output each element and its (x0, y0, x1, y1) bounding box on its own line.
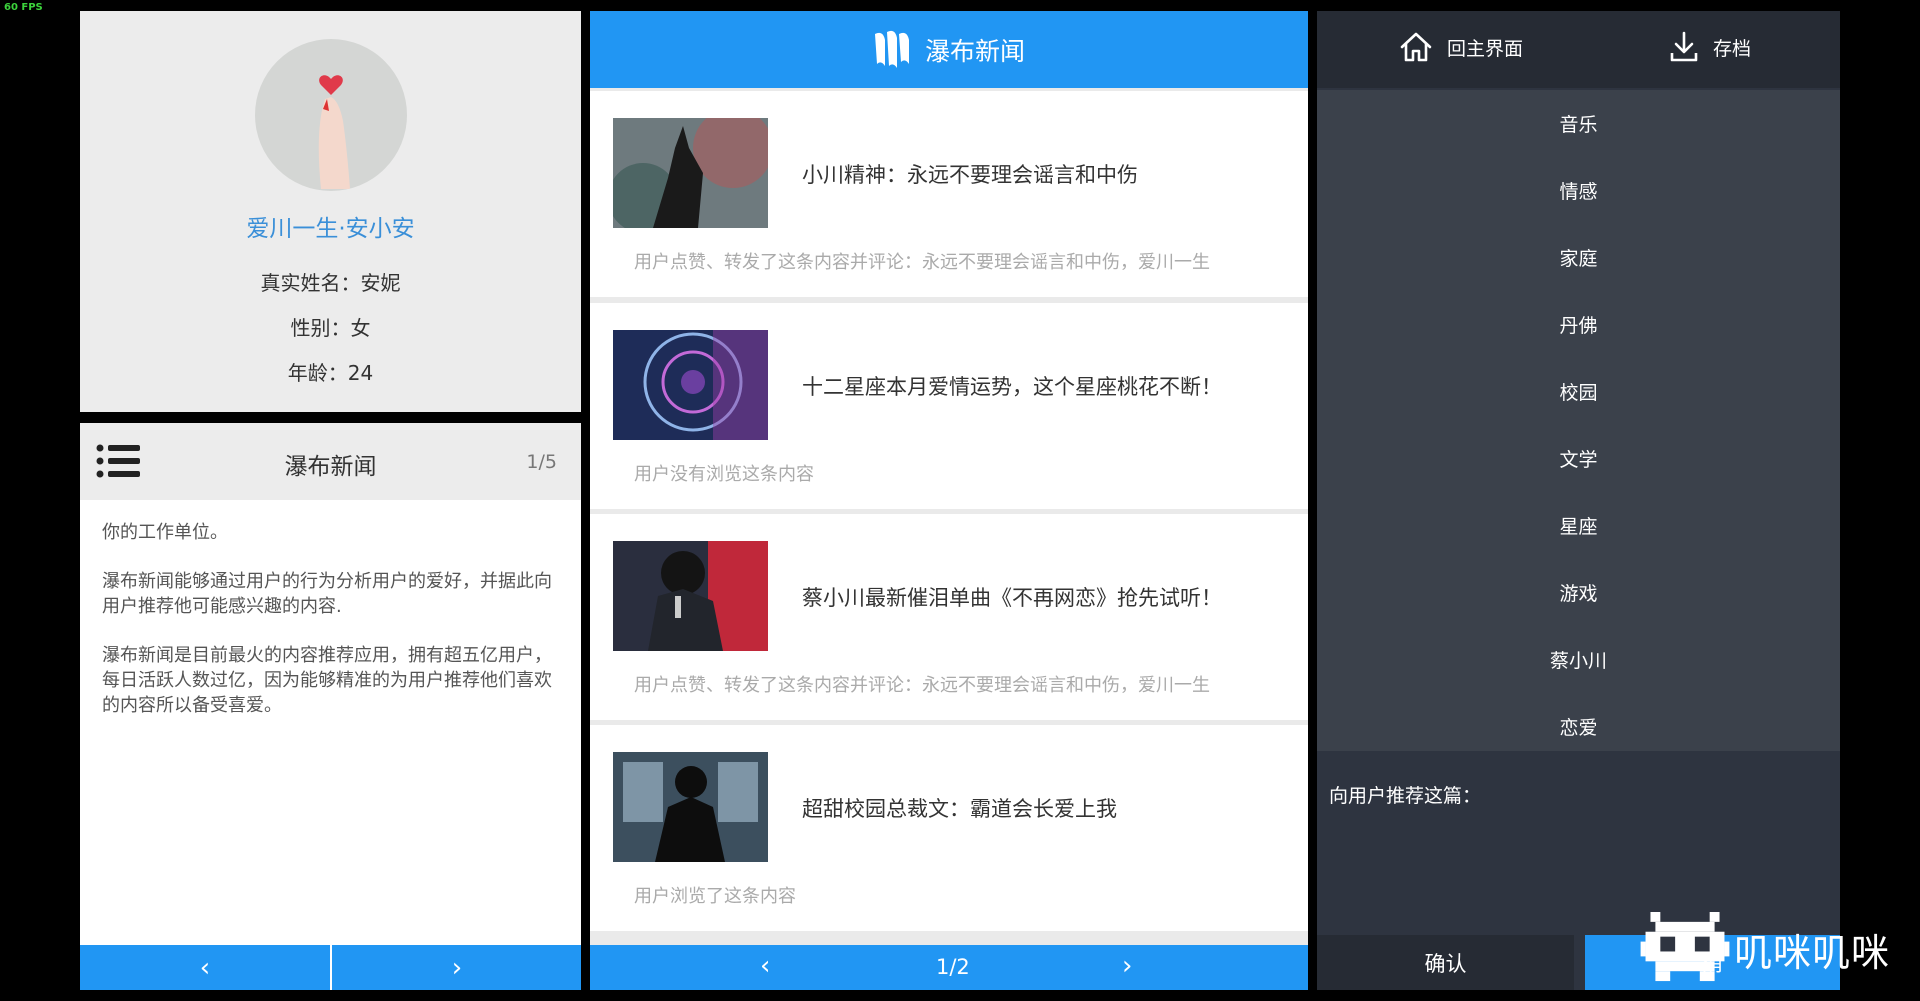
news-card[interactable]: 小川精神：永远不要理会谣言和中伤 用户点赞、转发了这条内容并评论：永远不要理会谣… (590, 91, 1308, 297)
info-header: 瀑布新闻 1/5 (80, 423, 581, 500)
download-icon (1670, 31, 1698, 62)
news-description: 用户浏览了这条内容 (634, 886, 796, 907)
news-description: 用户没有浏览这条内容 (634, 464, 814, 485)
category-list: 音乐 情感 家庭 丹佛 校园 文学 星座 游戏 蔡小川 恋爱 (1317, 90, 1840, 751)
news-title: 十二星座本月爱情运势，这个星座桃花不断！ (802, 375, 1222, 399)
fps-counter: 60 FPS (4, 2, 43, 13)
news-title: 超甜校园总裁文：霸道会长爱上我 (802, 797, 1117, 821)
info-body: 你的工作单位。 瀑布新闻能够通过用户的行为分析用户的爱好，并据此向用户推荐他可能… (80, 500, 581, 718)
category-item[interactable]: 星座 (1317, 492, 1840, 559)
top-toolbar: 回主界面 存档 (1317, 11, 1840, 88)
category-item[interactable]: 蔡小川 (1317, 626, 1840, 693)
feed-page-indicator: 1/2 (936, 955, 970, 979)
info-prev-button[interactable]: ‹ (80, 945, 330, 990)
watermark-text: 叽咪叽咪 (1734, 930, 1891, 975)
profile-real-name: 真实姓名：安妮 (260, 271, 401, 295)
info-paragraph: 你的工作单位。 (102, 522, 228, 543)
profile-panel: 爱川一生·安小安 真实姓名：安妮 性别：女 年龄：24 (80, 11, 581, 412)
info-next-button[interactable]: › (332, 945, 582, 990)
category-item[interactable]: 丹佛 (1317, 291, 1840, 358)
feed-header: 瀑布新闻 (590, 11, 1308, 88)
news-thumbnail (613, 752, 768, 862)
waterfall-logo-icon (874, 30, 909, 68)
category-item[interactable]: 恋爱 (1317, 693, 1840, 760)
info-paragraph: 瀑布新闻能够通过用户的行为分析用户的爱好，并据此向用户推荐他可能感兴趣的内容. (102, 571, 552, 617)
save-button[interactable]: 存档 (1669, 31, 1751, 63)
recommend-label: 向用户推荐这篇： (1329, 785, 1482, 807)
info-nav: ‹ › (80, 945, 581, 990)
info-paragraph: 瀑布新闻是目前最火的内容推荐应用，拥有超五亿用户，每日活跃人数过亿，因为能够精准… (102, 645, 552, 716)
save-label: 存档 (1713, 37, 1752, 60)
profile-age: 年龄：24 (287, 361, 374, 385)
feed-panel: 瀑布新闻 小川精神：永远不要理会谣言和中伤 用户点赞、转发了这条内容并评论：永远… (590, 11, 1308, 990)
category-item[interactable]: 情感 (1317, 157, 1840, 224)
news-card[interactable]: 超甜校园总裁文：霸道会长爱上我 用户浏览了这条内容 (590, 725, 1308, 931)
confirm-button[interactable]: 确认 (1317, 935, 1574, 990)
news-thumbnail (613, 330, 768, 440)
category-item[interactable]: 文学 (1317, 425, 1840, 492)
watermark: 叽咪叽咪 (1640, 912, 1890, 986)
category-item[interactable]: 家庭 (1317, 224, 1840, 291)
feed-next-button[interactable]: › (1122, 951, 1132, 981)
pixel-mascot-icon (1640, 912, 1730, 982)
home-label: 回主界面 (1447, 37, 1524, 60)
profile-gender: 性别：女 (290, 316, 371, 340)
news-card[interactable]: 十二星座本月爱情运势，这个星座桃花不断！ 用户没有浏览这条内容 (590, 303, 1308, 509)
feed-title: 瀑布新闻 (924, 36, 1025, 66)
info-page-indicator: 1/5 (526, 451, 557, 473)
profile-name: 爱川一生·安小安 (246, 216, 415, 242)
category-item[interactable]: 音乐 (1317, 90, 1840, 157)
news-description: 用户点赞、转发了这条内容并评论：永远不要理会谣言和中伤，爱川一生 (634, 675, 1210, 696)
avatar (254, 39, 407, 191)
news-thumbnail (613, 541, 768, 651)
home-button[interactable]: 回主界面 (1399, 31, 1523, 63)
news-card[interactable]: 蔡小川最新催泪单曲《不再网恋》抢先试听！ 用户点赞、转发了这条内容并评论：永远不… (590, 514, 1308, 720)
feed-prev-button[interactable]: ‹ (760, 951, 770, 981)
news-thumbnail (613, 118, 768, 228)
news-description: 用户点赞、转发了这条内容并评论：永远不要理会谣言和中伤，爱川一生 (634, 252, 1210, 273)
category-item[interactable]: 校园 (1317, 358, 1840, 425)
news-title: 小川精神：永远不要理会谣言和中伤 (802, 163, 1138, 187)
home-icon (1400, 32, 1432, 62)
feed-nav: ‹ 1/2 › (590, 945, 1308, 990)
category-item[interactable]: 游戏 (1317, 559, 1840, 626)
info-panel: 瀑布新闻 1/5 你的工作单位。 瀑布新闻能够通过用户的行为分析用户的爱好，并据… (80, 423, 581, 990)
news-title: 蔡小川最新催泪单曲《不再网恋》抢先试听！ (802, 586, 1222, 610)
category-panel: 回主界面 存档 音乐 情感 家庭 丹佛 校园 文学 星座 游戏 蔡小川 恋爱 向… (1317, 11, 1840, 990)
info-title: 瀑布新闻 (284, 454, 377, 480)
